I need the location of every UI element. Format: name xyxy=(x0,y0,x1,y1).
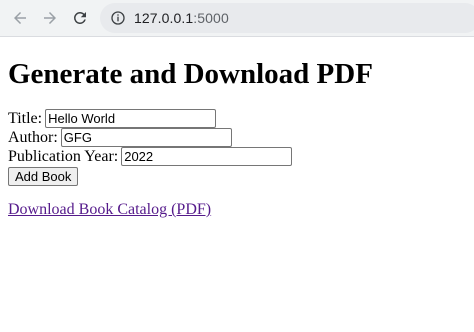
year-label: Publication Year: xyxy=(8,148,119,165)
reload-button[interactable] xyxy=(69,7,91,29)
add-book-button[interactable]: Add Book xyxy=(8,167,79,186)
arrow-left-icon xyxy=(14,12,26,24)
title-label: Title: xyxy=(8,110,43,127)
book-form: Title: Author: Publication Year: Add Boo… xyxy=(8,109,466,186)
url-port: :5000 xyxy=(193,10,229,26)
url-text: 127.0.0.1:5000 xyxy=(134,10,229,26)
year-input[interactable] xyxy=(121,147,293,166)
reload-icon xyxy=(74,11,86,24)
author-row: Author: xyxy=(8,128,466,147)
forward-button[interactable] xyxy=(39,7,61,29)
author-label: Author: xyxy=(8,129,58,146)
info-icon[interactable] xyxy=(110,10,126,26)
download-catalog-link[interactable]: Download Book Catalog (PDF) xyxy=(8,201,211,219)
page-content: Generate and Download PDF Title: Author:… xyxy=(0,56,474,219)
url-host: 127.0.0.1 xyxy=(134,10,194,26)
page-title: Generate and Download PDF xyxy=(8,58,373,90)
browser-toolbar: 127.0.0.1:5000 xyxy=(0,0,474,37)
author-input[interactable] xyxy=(60,128,232,147)
back-button[interactable] xyxy=(9,7,31,29)
year-row: Publication Year: xyxy=(8,147,466,166)
title-row: Title: xyxy=(8,109,466,128)
arrow-right-icon xyxy=(44,12,56,24)
title-input[interactable] xyxy=(45,109,217,128)
address-bar[interactable]: 127.0.0.1:5000 xyxy=(100,3,474,33)
